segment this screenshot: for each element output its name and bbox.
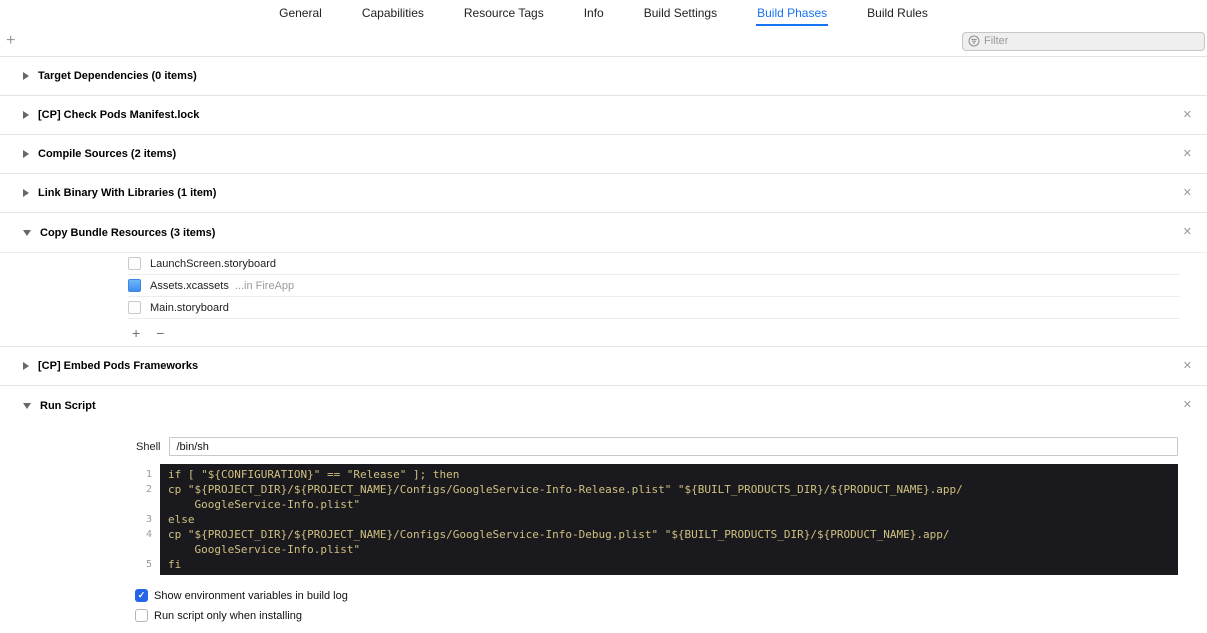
code-line: 3 else xyxy=(128,512,1178,527)
copy-bundle-file-list: LaunchScreen.storyboard Assets.xcassets … xyxy=(0,252,1207,319)
phase-title: Target Dependencies (0 items) xyxy=(38,70,197,82)
disclosure-triangle-icon[interactable] xyxy=(23,111,29,119)
tab-info[interactable]: Info xyxy=(583,1,605,26)
phase-run-script[interactable]: Run Script ✕ xyxy=(0,386,1207,425)
phase-title: [CP] Check Pods Manifest.lock xyxy=(38,109,200,121)
code-line: 4 cp "${PROJECT_DIR}/${PROJECT_NAME}/Con… xyxy=(128,527,1178,557)
line-number: 4 xyxy=(145,529,152,540)
checkbox-checked-icon[interactable]: ✓ xyxy=(135,589,148,602)
phase-check-pods-manifest[interactable]: [CP] Check Pods Manifest.lock ✕ xyxy=(0,96,1207,135)
disclosure-triangle-icon[interactable] xyxy=(23,402,31,409)
remove-phase-button[interactable]: ✕ xyxy=(1183,360,1192,372)
phase-title: Link Binary With Libraries (1 item) xyxy=(38,187,217,199)
filter-icon xyxy=(968,35,980,47)
script-code-editor[interactable]: 1 if [ "${CONFIGURATION}" == "Release" ]… xyxy=(128,464,1178,575)
tab-build-phases[interactable]: Build Phases xyxy=(756,1,828,26)
shell-path-input[interactable] xyxy=(169,437,1178,456)
file-row-launchscreen[interactable]: LaunchScreen.storyboard xyxy=(128,253,1180,275)
phase-title: Copy Bundle Resources (3 items) xyxy=(40,226,216,239)
file-name: Assets.xcassets xyxy=(150,279,229,292)
shell-label: Shell xyxy=(136,440,161,453)
phase-compile-sources[interactable]: Compile Sources (2 items) ✕ xyxy=(0,135,1207,174)
filter-input[interactable] xyxy=(984,35,1199,47)
phase-embed-pods-frameworks[interactable]: [CP] Embed Pods Frameworks ✕ xyxy=(0,347,1207,386)
remove-file-button[interactable]: − xyxy=(156,326,164,340)
disclosure-triangle-icon[interactable] xyxy=(23,189,29,197)
tab-general[interactable]: General xyxy=(278,1,323,26)
phase-target-dependencies[interactable]: Target Dependencies (0 items) xyxy=(0,57,1207,96)
code-line: 1 if [ "${CONFIGURATION}" == "Release" ]… xyxy=(128,464,1178,482)
add-file-button[interactable]: + xyxy=(132,326,140,340)
code-text[interactable]: else xyxy=(160,512,1178,527)
code-line: 2 cp "${PROJECT_DIR}/${PROJECT_NAME}/Con… xyxy=(128,482,1178,512)
file-name: LaunchScreen.storyboard xyxy=(150,257,276,270)
code-line: 5 fi xyxy=(128,557,1178,575)
code-text[interactable]: fi xyxy=(160,557,1178,575)
editor-tab-bar: General Capabilities Resource Tags Info … xyxy=(0,0,1207,26)
phase-title: Compile Sources (2 items) xyxy=(38,148,177,160)
file-list-controls: + − xyxy=(0,319,1207,347)
line-number: 2 xyxy=(145,484,152,495)
checkbox-unchecked-icon[interactable] xyxy=(135,609,148,622)
remove-phase-button[interactable]: ✕ xyxy=(1183,187,1192,199)
line-number: 1 xyxy=(145,469,152,480)
storyboard-file-icon xyxy=(128,257,141,270)
add-build-phase-button[interactable]: + xyxy=(6,33,24,49)
tab-build-rules[interactable]: Build Rules xyxy=(866,1,929,26)
option-label: Show environment variables in build log xyxy=(154,589,348,602)
phase-title: Run Script xyxy=(40,399,96,412)
file-location-note: ...in FireApp xyxy=(234,279,295,292)
tab-build-settings[interactable]: Build Settings xyxy=(643,1,718,26)
remove-phase-button[interactable]: ✕ xyxy=(1183,400,1192,411)
code-text[interactable]: cp "${PROJECT_DIR}/${PROJECT_NAME}/Confi… xyxy=(160,482,1178,512)
xcassets-file-icon xyxy=(128,279,141,292)
build-phases-toolbar: + xyxy=(0,26,1207,57)
line-number: 3 xyxy=(145,514,152,525)
shell-row: Shell xyxy=(136,437,1178,456)
tab-capabilities[interactable]: Capabilities xyxy=(361,1,425,26)
disclosure-triangle-icon[interactable] xyxy=(23,229,31,236)
disclosure-triangle-icon[interactable] xyxy=(23,72,29,80)
option-run-only-installing[interactable]: Run script only when installing xyxy=(135,609,1178,622)
phase-link-binary[interactable]: Link Binary With Libraries (1 item) ✕ xyxy=(0,174,1207,213)
remove-phase-button[interactable]: ✕ xyxy=(1183,148,1192,160)
storyboard-file-icon xyxy=(128,301,141,314)
file-row-main[interactable]: Main.storyboard xyxy=(128,297,1180,319)
code-text[interactable]: cp "${PROJECT_DIR}/${PROJECT_NAME}/Confi… xyxy=(160,527,1178,557)
phase-copy-bundle-resources[interactable]: Copy Bundle Resources (3 items) ✕ xyxy=(0,213,1207,252)
build-phase-list: Target Dependencies (0 items) [CP] Check… xyxy=(0,57,1207,622)
file-row-assets[interactable]: Assets.xcassets ...in FireApp xyxy=(128,275,1180,297)
file-name: Main.storyboard xyxy=(150,301,229,314)
code-text[interactable]: if [ "${CONFIGURATION}" == "Release" ]; … xyxy=(160,464,1178,482)
run-script-content: Shell 1 if [ "${CONFIGURATION}" == "Rele… xyxy=(0,425,1207,622)
option-label: Run script only when installing xyxy=(154,609,302,622)
filter-field[interactable] xyxy=(962,31,1205,51)
option-show-env-vars[interactable]: ✓ Show environment variables in build lo… xyxy=(135,589,1178,602)
phase-title: [CP] Embed Pods Frameworks xyxy=(38,360,199,372)
remove-phase-button[interactable]: ✕ xyxy=(1183,109,1192,121)
line-number: 5 xyxy=(145,559,152,570)
disclosure-triangle-icon[interactable] xyxy=(23,362,29,370)
remove-phase-button[interactable]: ✕ xyxy=(1183,227,1192,238)
disclosure-triangle-icon[interactable] xyxy=(23,150,29,158)
tab-resource-tags[interactable]: Resource Tags xyxy=(463,1,545,26)
